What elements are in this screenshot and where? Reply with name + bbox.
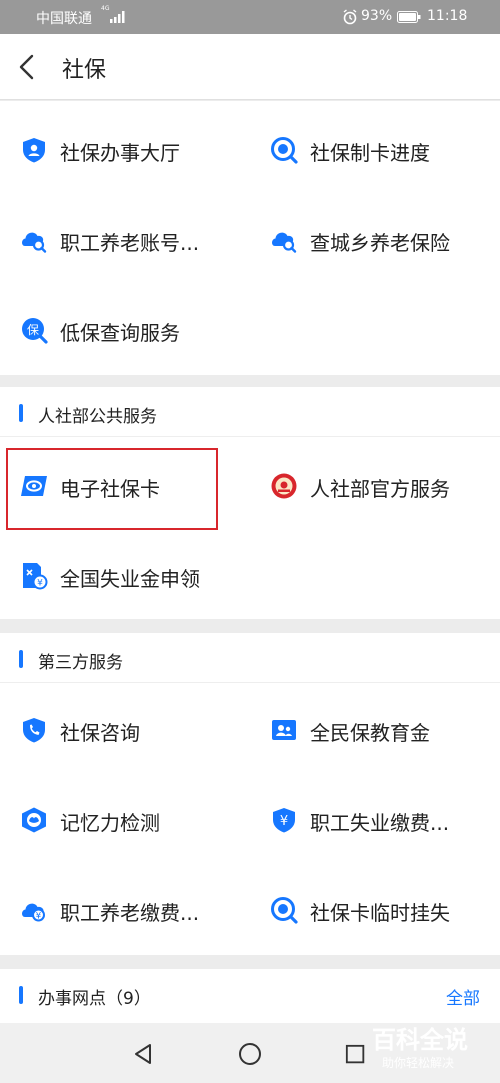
watermark-title: 百科全说 bbox=[372, 1026, 468, 1054]
service-unemployment-claim[interactable]: ¥ 全国失业金申领 bbox=[20, 546, 250, 606]
section-header: 办事网点（9） 全部 bbox=[0, 969, 500, 1019]
carrier-label: 中国联通 bbox=[36, 11, 92, 27]
office-locations-section: 办事网点（9） 全部 bbox=[0, 969, 500, 1023]
service-pension-account[interactable]: 职工养老账号... bbox=[20, 210, 250, 270]
card-progress-icon bbox=[271, 137, 298, 164]
service-label: 全民保教育金 bbox=[310, 721, 430, 745]
service-ministry-official[interactable]: 人社部官方服务 bbox=[270, 456, 490, 516]
cloud-yuan-icon: ¥ bbox=[22, 903, 45, 922]
service-card-progress[interactable]: 社保制卡进度 bbox=[270, 120, 490, 180]
memory-shield-icon bbox=[22, 807, 46, 833]
service-label: 职工养老缴费... bbox=[60, 901, 200, 925]
service-memory-test[interactable]: 记忆力检测 bbox=[20, 790, 250, 850]
alarm-icon bbox=[343, 9, 357, 25]
yuan-shield-icon: ¥ bbox=[273, 808, 295, 833]
service-label: 社保制卡进度 bbox=[310, 141, 430, 165]
section-title: 人社部公共服务 bbox=[38, 407, 157, 427]
section-title: 办事网点（9） bbox=[38, 989, 151, 1009]
service-label: 职工失业缴费... bbox=[310, 811, 450, 835]
nav-recent-icon[interactable] bbox=[345, 1044, 367, 1066]
status-bar: 中国联通 4G 93% 11:18 bbox=[0, 0, 500, 34]
service-label: 全国失业金申领 bbox=[60, 567, 200, 591]
service-label: 社保卡临时挂失 bbox=[310, 901, 450, 925]
service-rural-pension[interactable]: 查城乡养老保险 bbox=[270, 210, 490, 270]
bao-search-icon: 保 bbox=[22, 318, 48, 344]
ministry-emblem-icon bbox=[271, 473, 297, 499]
shield-person-icon bbox=[23, 138, 45, 163]
section-marker bbox=[19, 404, 23, 422]
service-education-fund[interactable]: 全民保教育金 bbox=[270, 700, 490, 760]
cloud-search-icon bbox=[272, 232, 297, 253]
service-label: 社保办事大厅 bbox=[60, 141, 180, 165]
service-label: 查城乡养老保险 bbox=[310, 231, 450, 255]
network-type: 4G bbox=[101, 5, 110, 12]
nav-back-icon[interactable] bbox=[131, 1042, 155, 1066]
page-title: 社保 bbox=[62, 58, 107, 83]
section-title: 第三方服务 bbox=[38, 653, 123, 673]
signal-icon bbox=[110, 11, 125, 23]
section-header: 人社部公共服务 bbox=[0, 387, 500, 437]
page-header: 社保 bbox=[0, 34, 500, 100]
watermark: 百科全说 助你轻松解决 bbox=[372, 1020, 496, 1078]
battery-percent: 93% bbox=[361, 8, 393, 24]
service-label: 人社部官方服务 bbox=[310, 477, 450, 501]
svg-text:¥: ¥ bbox=[36, 912, 42, 922]
clock: 11:18 bbox=[427, 8, 468, 24]
highlight-box bbox=[6, 448, 218, 530]
svg-text:¥: ¥ bbox=[280, 814, 288, 829]
section-header: 第三方服务 bbox=[0, 633, 500, 683]
service-consultation[interactable]: 社保咨询 bbox=[20, 700, 250, 760]
service-pension-payment[interactable]: ¥ 职工养老缴费... bbox=[20, 880, 250, 940]
section-marker bbox=[19, 986, 23, 1004]
section-marker bbox=[19, 650, 23, 668]
social-security-services: 社保办事大厅 社保制卡进度 职工养老账号... 查城乡养老保险 保 低保查询服务 bbox=[0, 101, 500, 375]
watermark-subtitle: 助你轻松解决 bbox=[382, 1056, 455, 1070]
shield-phone-icon bbox=[23, 718, 45, 743]
service-label: 低保查询服务 bbox=[60, 321, 180, 345]
cloud-search-icon bbox=[22, 232, 47, 253]
unemployment-doc-icon: ¥ bbox=[23, 563, 48, 590]
battery-icon bbox=[397, 11, 421, 23]
third-party-section: 第三方服务 社保咨询 全民保教育金 记忆力检测 ¥ 职工失业缴费... ¥ 职工… bbox=[0, 633, 500, 955]
service-unemployment-payment[interactable]: ¥ 职工失业缴费... bbox=[270, 790, 490, 850]
service-label: 社保咨询 bbox=[60, 721, 140, 745]
service-card-report-loss[interactable]: 社保卡临时挂失 bbox=[270, 880, 490, 940]
family-card-icon bbox=[272, 720, 296, 740]
card-report-icon bbox=[271, 897, 298, 924]
service-low-income[interactable]: 保 低保查询服务 bbox=[20, 300, 250, 360]
nav-home-icon[interactable] bbox=[238, 1042, 262, 1066]
svg-text:保: 保 bbox=[27, 323, 39, 337]
service-label: 记忆力检测 bbox=[60, 811, 160, 835]
svg-text:¥: ¥ bbox=[37, 579, 43, 589]
service-label: 职工养老账号... bbox=[60, 231, 200, 255]
view-all-link[interactable]: 全部 bbox=[446, 984, 480, 1009]
service-office-hall[interactable]: 社保办事大厅 bbox=[20, 120, 250, 180]
back-arrow-icon[interactable] bbox=[16, 54, 40, 80]
